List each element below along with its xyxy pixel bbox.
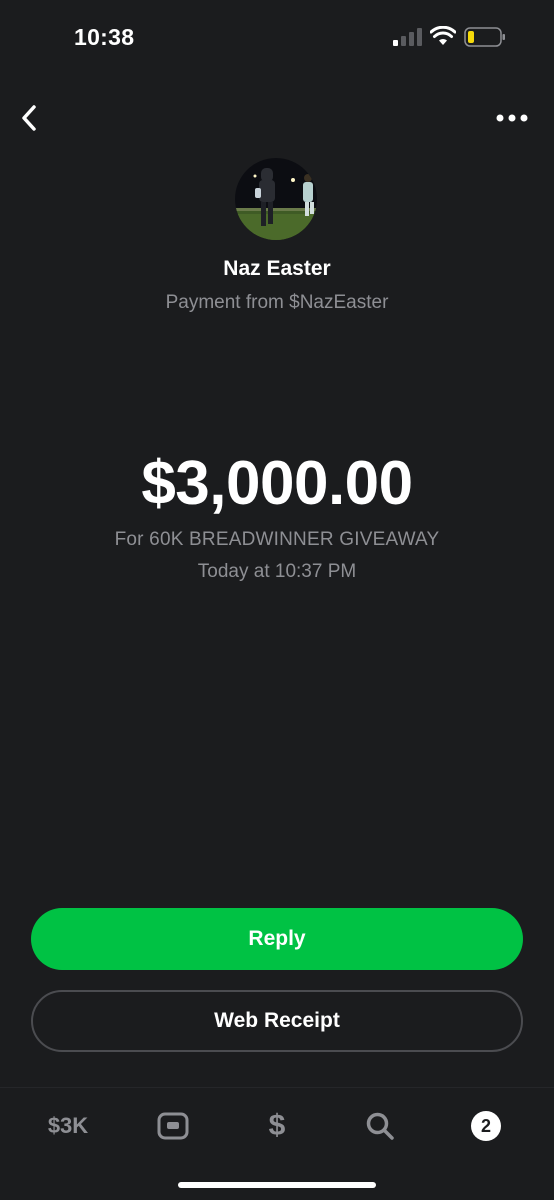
chevron-left-icon [22, 105, 36, 131]
home-indicator[interactable] [178, 1182, 376, 1188]
tab-balance[interactable]: $3K [36, 1110, 100, 1142]
back-button[interactable] [16, 100, 46, 136]
payment-timestamp: Today at 10:37 PM [197, 561, 357, 582]
payment-detail-screen: 10:38 Naz Easter Payment from $NazEaster… [0, 0, 554, 1200]
payment-amount: $3,000.00 [141, 449, 413, 518]
tab-activity[interactable]: 2 [470, 1110, 502, 1142]
wifi-icon [430, 26, 456, 45]
payment-source: Payment from $NazEaster [165, 292, 389, 313]
payment-note: For 60K BREADWINNER GIVEAWAY [114, 529, 440, 550]
more-options-button[interactable] [494, 106, 534, 130]
search-icon [366, 1112, 394, 1140]
ellipsis-icon [496, 114, 528, 122]
sender-name: Naz Easter [223, 257, 331, 280]
reply-button[interactable]: Reply [31, 908, 523, 970]
card-icon [157, 1112, 189, 1140]
avatar-photo [235, 158, 317, 240]
web-receipt-button[interactable]: Web Receipt [31, 990, 523, 1052]
tab-search[interactable] [364, 1110, 396, 1142]
status-bar: 10:38 [0, 0, 554, 80]
activity-badge: 2 [471, 1111, 501, 1141]
cellular-signal-icon [393, 28, 422, 46]
tab-pay[interactable]: $ [262, 1109, 292, 1142]
tab-card[interactable] [156, 1110, 190, 1142]
avatar[interactable] [235, 158, 317, 240]
status-time: 10:38 [74, 24, 135, 50]
battery-icon [464, 27, 505, 47]
